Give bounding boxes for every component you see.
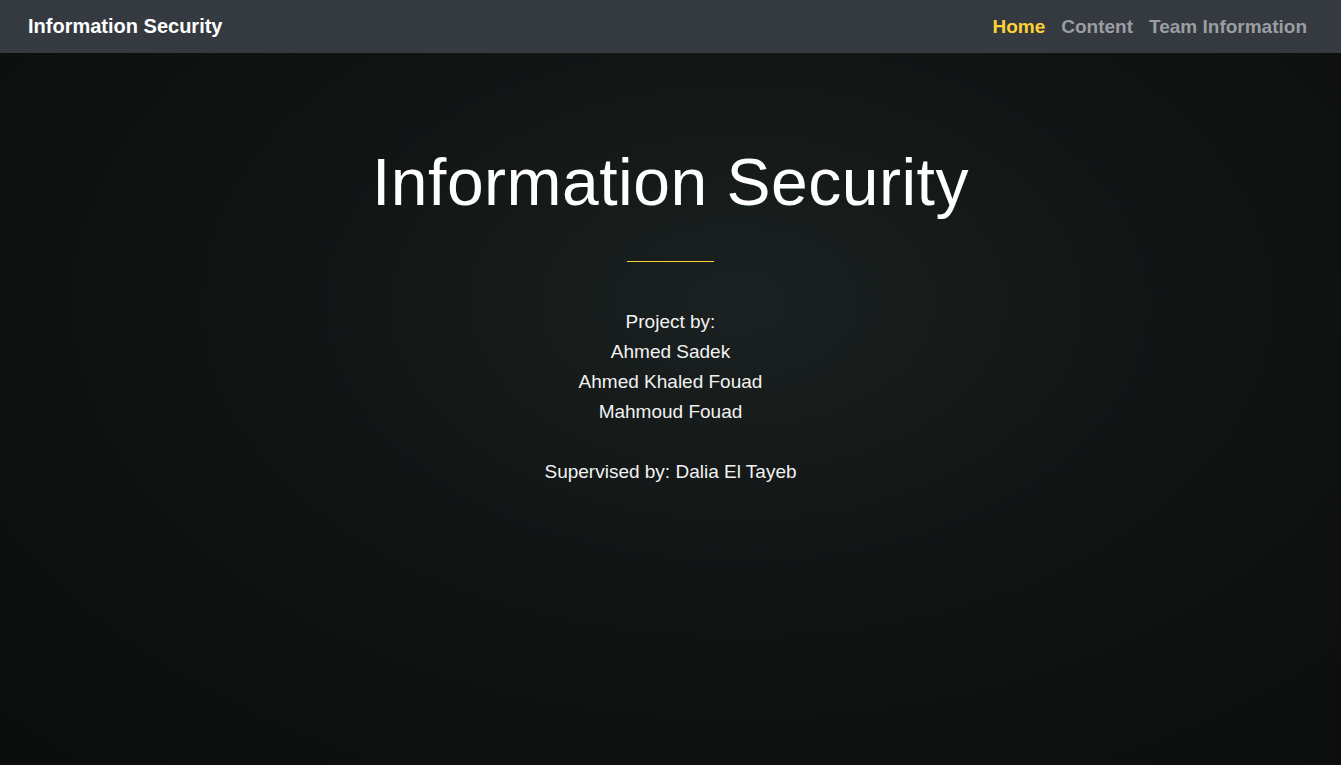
nav-links: Home Content Team Information [992,16,1307,38]
author-name: Ahmed Sadek [611,337,730,367]
nav-link[interactable]: Team Information [1149,16,1307,38]
page: Information Security Home Content Team Info… [0,0,1341,765]
brand-link[interactable]: Information Security [28,15,222,38]
project-label: Project by: [626,307,716,337]
supervisor: Supervised by: Dalia El Tayeb [544,457,796,487]
navbar: Information Security Home Content Team Info… [0,0,1341,53]
divider [627,261,714,262]
nav-link[interactable]: Content [1061,16,1133,38]
author-name: Ahmed Khaled Fouad [579,367,763,397]
hero-section: Information Security Project by:Ahmed Sad… [0,53,1341,765]
credits: Project by:Ahmed SadekAhmed Khaled Fouad… [544,307,796,487]
nav-link[interactable]: Home [992,16,1045,38]
author-name: Mahmoud Fouad [599,397,743,427]
hero-title: Information Security [372,141,969,223]
